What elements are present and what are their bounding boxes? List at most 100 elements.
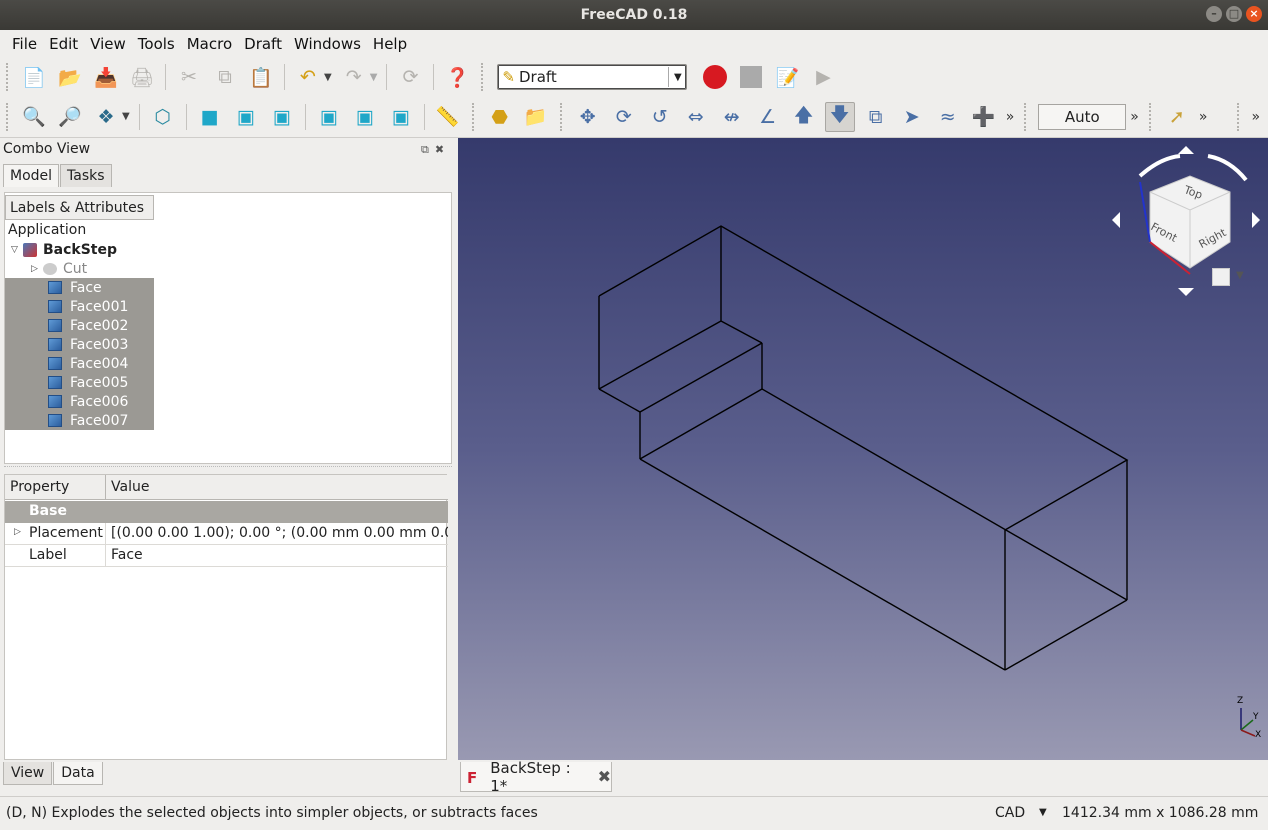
downgrade-icon[interactable]: 🡇	[824, 101, 855, 132]
move-icon[interactable]: ✥	[573, 102, 603, 132]
expand-icon[interactable]: ▷	[31, 264, 43, 274]
tree-header[interactable]: Labels & Attributes	[5, 195, 154, 220]
bottom-view-icon[interactable]: ▣	[350, 102, 380, 132]
toolbar-overflow-icon[interactable]: »	[1006, 109, 1015, 125]
toolbar-grip[interactable]	[471, 102, 478, 131]
expand-icon[interactable]: ▷	[14, 527, 21, 537]
panel-splitter[interactable]	[4, 466, 452, 472]
rotate-icon[interactable]: ⟳	[609, 102, 639, 132]
menu-file[interactable]: File	[6, 35, 43, 53]
macro-stop-icon[interactable]	[736, 62, 766, 92]
tab-model[interactable]: Model	[3, 164, 60, 187]
print-icon[interactable]: 🖨	[127, 62, 157, 92]
macro-record-icon[interactable]	[700, 62, 730, 92]
navigation-style[interactable]: CAD	[995, 805, 1025, 821]
trim-icon[interactable]: ⇔	[681, 102, 711, 132]
chevron-down-icon[interactable]: ▼	[1236, 270, 1244, 281]
fit-selection-icon[interactable]: 🔎	[55, 102, 85, 132]
tree-item-cut[interactable]: ▷ Cut	[31, 259, 87, 278]
measure-distance-icon[interactable]: 📏	[433, 102, 463, 132]
rear-view-icon[interactable]: ▣	[314, 102, 344, 132]
snap-lock-icon[interactable]: ➚	[1162, 102, 1192, 132]
tab-tasks[interactable]: Tasks	[60, 164, 112, 187]
undo-dropdown-icon[interactable]: ▼	[324, 72, 332, 83]
toolbar-grip[interactable]	[1148, 102, 1155, 131]
wire-to-bspline-icon[interactable]: ≈	[933, 102, 963, 132]
undo-icon[interactable]: ↶	[293, 62, 323, 92]
property-group-base[interactable]: Base	[5, 501, 448, 523]
toolbar-overflow-icon[interactable]: »	[1199, 109, 1208, 125]
redo-icon[interactable]: ↷	[339, 62, 369, 92]
navigation-cube[interactable]: Top Front Right ▼	[1108, 146, 1268, 306]
tab-view[interactable]: View	[3, 762, 53, 785]
create-part-icon[interactable]: ⬣	[485, 102, 515, 132]
maximize-icon[interactable]: □	[1226, 6, 1242, 22]
join-icon[interactable]: ↮	[717, 102, 747, 132]
add-point-icon[interactable]: ➕	[969, 102, 999, 132]
toolbar-grip[interactable]	[1024, 102, 1030, 131]
isometric-view-icon[interactable]: ⬡	[148, 102, 178, 132]
tree-item-face006[interactable]: Face006	[5, 392, 154, 411]
draw-style-dropdown-icon[interactable]: ▼	[122, 111, 130, 122]
cut-icon[interactable]: ✂	[174, 62, 204, 92]
split-icon[interactable]: ∠	[753, 102, 783, 132]
toolbar-grip[interactable]	[6, 63, 12, 91]
menu-draft[interactable]: Draft	[238, 35, 288, 53]
tree-item-face[interactable]: Face	[5, 278, 154, 297]
workbench-selector[interactable]: ✎ Draft ▼	[497, 64, 688, 90]
tree-item-face003[interactable]: Face003	[5, 335, 154, 354]
3d-viewport[interactable]: Top Front Right ▼ Z Y X	[458, 138, 1268, 760]
minimize-icon[interactable]: –	[1206, 6, 1222, 22]
tree-item-face005[interactable]: Face005	[5, 373, 154, 392]
toolbar-overflow-icon[interactable]: »	[1251, 109, 1260, 125]
tree-item-face002[interactable]: Face002	[5, 316, 154, 335]
front-view-icon[interactable]: ■	[195, 102, 225, 132]
menu-macro[interactable]: Macro	[181, 35, 238, 53]
new-document-icon[interactable]: 📄	[19, 62, 49, 92]
right-view-icon[interactable]: ▣	[267, 102, 297, 132]
paste-icon[interactable]: 📋	[246, 62, 276, 92]
close-panel-icon[interactable]: ✖	[435, 143, 444, 157]
close-tab-icon[interactable]: ✖	[598, 767, 611, 786]
menu-windows[interactable]: Windows	[288, 35, 367, 53]
top-view-icon[interactable]: ▣	[231, 102, 261, 132]
cube-menu-icon[interactable]	[1212, 268, 1230, 286]
collapse-icon[interactable]: ▽	[11, 245, 23, 255]
property-label[interactable]: Label Face	[5, 545, 448, 567]
property-placement[interactable]: ▷ Placement [(0.00 0.00 1.00); 0.00 °; (0…	[5, 523, 448, 545]
macro-edit-icon[interactable]: 📝	[772, 62, 802, 92]
edit-icon[interactable]: ➤	[897, 102, 927, 132]
toolbar-grip[interactable]	[559, 102, 566, 131]
menu-help[interactable]: Help	[367, 35, 413, 53]
toolbar-overflow-icon[interactable]: »	[1130, 109, 1139, 125]
tree-item-face001[interactable]: Face001	[5, 297, 154, 316]
tree-item-face007[interactable]: Face007	[5, 411, 154, 430]
copy-icon[interactable]: ⧉	[210, 62, 240, 92]
float-panel-icon[interactable]: ⧉	[421, 143, 429, 157]
working-plane-button[interactable]: Auto	[1038, 103, 1127, 130]
close-icon[interactable]: ×	[1246, 6, 1262, 22]
save-icon[interactable]: 📥	[91, 62, 121, 92]
upgrade-icon[interactable]: 🡅	[789, 102, 819, 132]
column-value[interactable]: Value	[106, 475, 448, 499]
column-property[interactable]: Property	[5, 475, 106, 499]
offset-icon[interactable]: ↺	[645, 102, 675, 132]
tab-data[interactable]: Data	[53, 762, 103, 785]
toolbar-grip[interactable]	[481, 63, 487, 91]
create-group-icon[interactable]: 📁	[521, 102, 551, 132]
scale-icon[interactable]: ⧉	[861, 102, 891, 132]
tree-item-document[interactable]: ▽ BackStep	[11, 240, 117, 259]
document-tab[interactable]: F BackStep : 1* ✖	[460, 759, 612, 795]
draw-style-icon[interactable]: ❖	[91, 102, 121, 132]
toolbar-grip[interactable]	[1237, 102, 1243, 131]
whats-this-icon[interactable]: ❓	[442, 62, 472, 92]
toolbar-grip[interactable]	[6, 102, 12, 131]
tree-item-face004[interactable]: Face004	[5, 354, 154, 373]
fit-all-icon[interactable]: 🔍	[19, 102, 49, 132]
refresh-icon[interactable]: ⟳	[395, 62, 425, 92]
macro-run-icon[interactable]: ▶	[808, 62, 838, 92]
tree-root[interactable]: Application	[8, 222, 86, 238]
menu-view[interactable]: View	[84, 35, 132, 53]
menu-edit[interactable]: Edit	[43, 35, 84, 53]
open-icon[interactable]: 📂	[55, 62, 85, 92]
